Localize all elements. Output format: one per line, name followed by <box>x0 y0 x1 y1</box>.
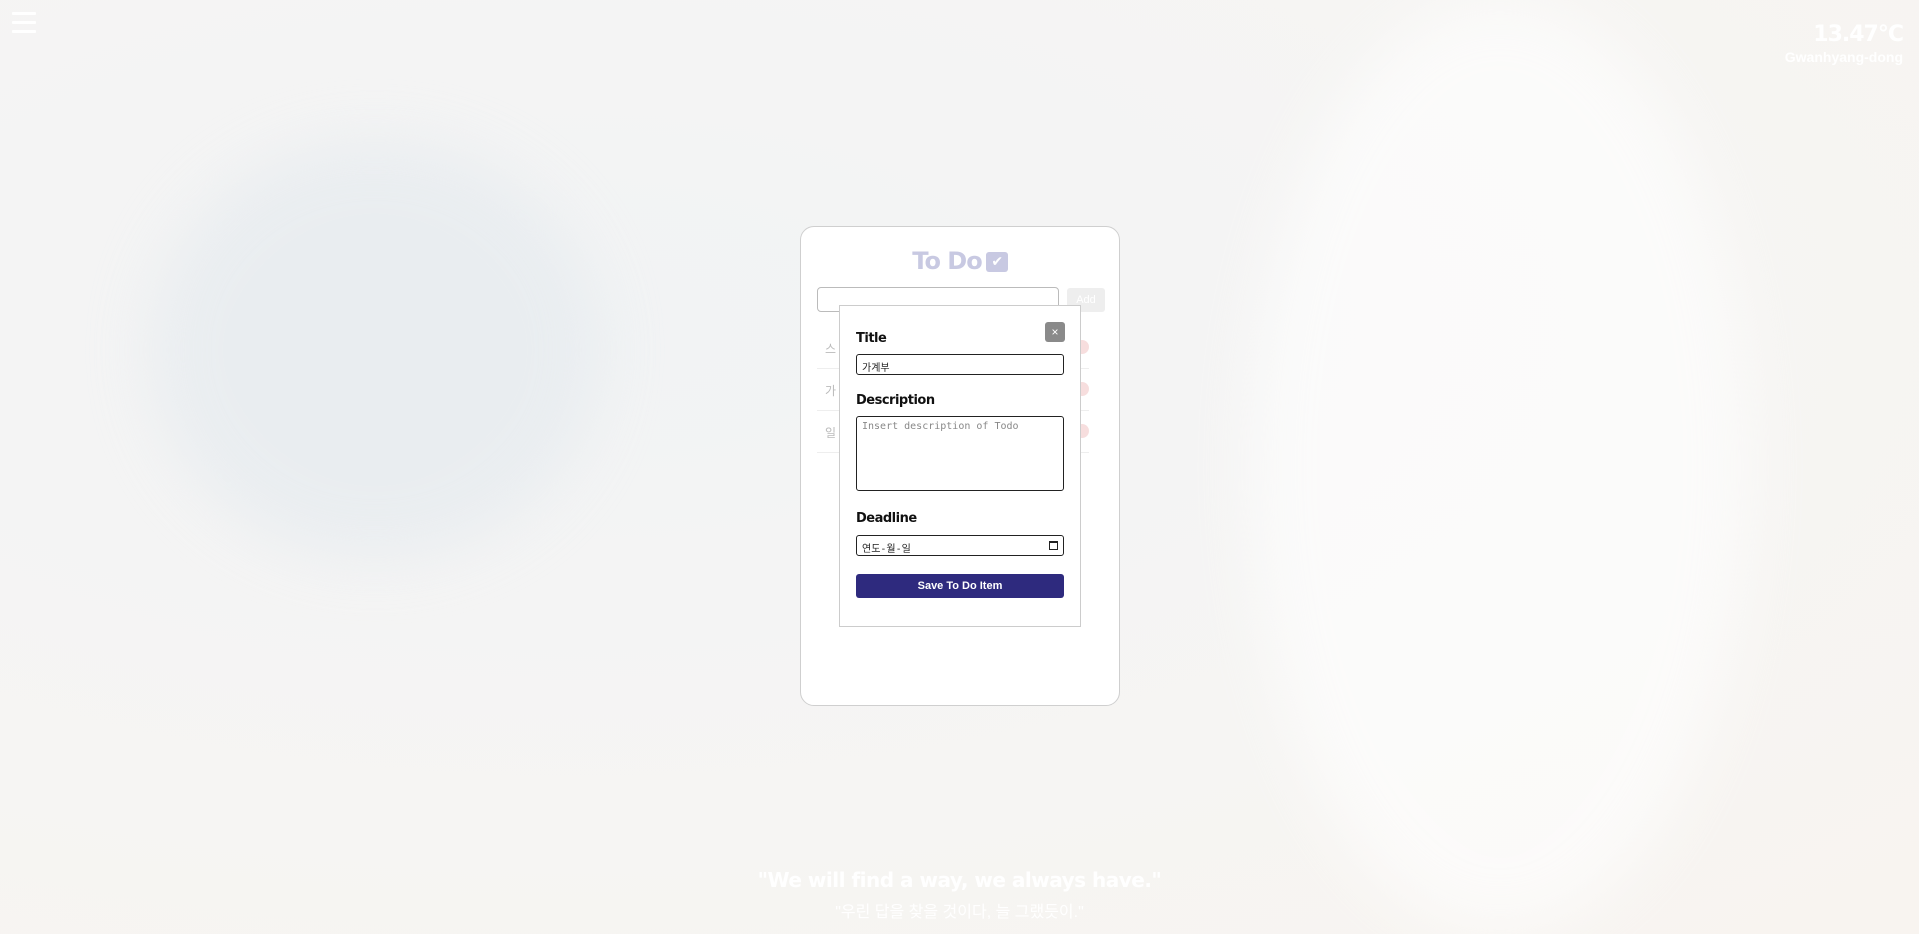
weather-location: Gwanhyang-dong <box>1784 49 1903 65</box>
background-image <box>150 140 600 560</box>
deadline-label: Deadline <box>856 511 917 526</box>
edit-todo-modal: × Title 가계부 Description Insert descripti… <box>839 305 1081 627</box>
todo-item-text: 스 <box>825 342 837 356</box>
description-label: Description <box>856 393 935 408</box>
weather-widget: 13.47°C Gwanhyang-dong <box>1784 22 1904 65</box>
description-textarea[interactable]: Insert description of Todo <box>856 416 1064 491</box>
todo-title-text: To Do <box>912 247 982 275</box>
background-light <box>1250 0 1750 934</box>
check-icon: ✔ <box>985 252 1008 272</box>
deadline-value: 연도-월-일 <box>862 544 911 555</box>
weather-temperature: 13.47°C <box>1813 22 1904 47</box>
save-todo-button[interactable]: Save To Do Item <box>856 574 1064 598</box>
title-input[interactable]: 가계부 <box>856 354 1064 375</box>
quote-korean: "우린 답을 찾을 것이다, 늘 그랬듯이." <box>835 904 1084 921</box>
title-label: Title <box>856 331 887 346</box>
deadline-date-input[interactable]: 연도-월-일 <box>856 535 1064 556</box>
close-button[interactable]: × <box>1045 322 1065 342</box>
calendar-icon[interactable] <box>1049 541 1058 550</box>
hamburger-icon <box>12 12 36 15</box>
quote-english: "We will find a way, we always have." <box>757 868 1162 892</box>
menu-button[interactable] <box>12 12 36 34</box>
todo-item-text: 일 <box>825 426 837 440</box>
todo-title: To Do ✔ <box>801 247 1119 275</box>
todo-item-text: 가 <box>825 384 837 398</box>
